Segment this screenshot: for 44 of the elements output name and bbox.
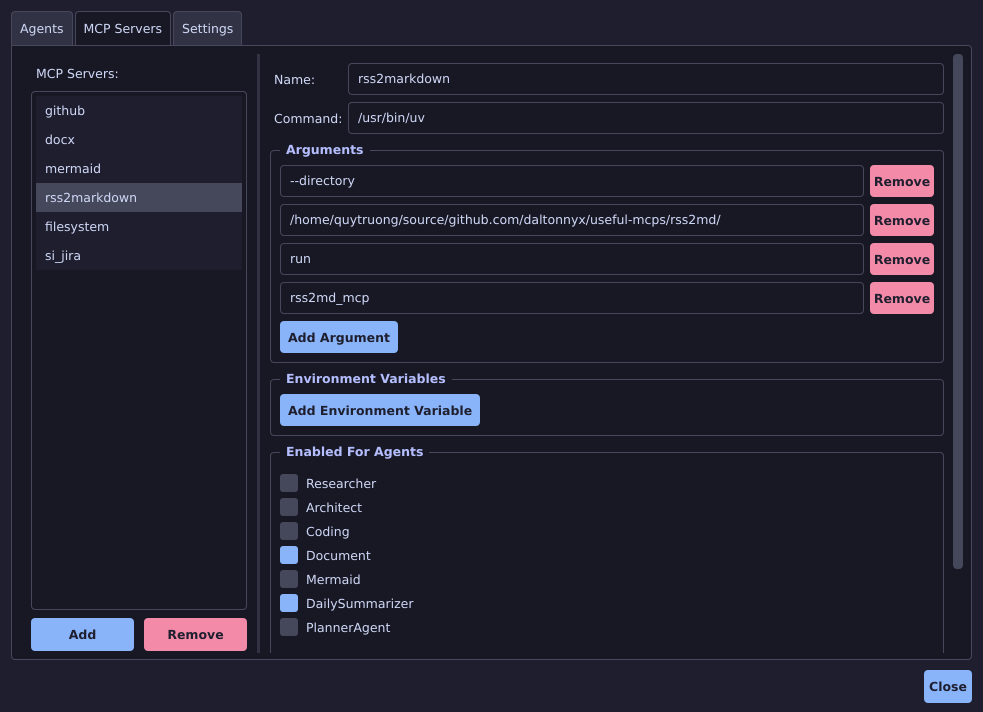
agent-label: PlannerAgent <box>306 620 390 634</box>
server-item[interactable]: rss2markdown <box>36 183 242 212</box>
remove-button[interactable]: Remove <box>144 618 247 651</box>
argument-field[interactable]: /home/quytruong/source/github.com/daltonnyx/useful-mcps/rss2md/ <box>280 204 864 236</box>
server-item[interactable]: filesystem <box>36 212 242 241</box>
server-item[interactable]: si_jira <box>36 241 242 270</box>
group-title: Environment Variables <box>280 371 452 386</box>
name-field[interactable]: rss2markdown <box>348 63 944 95</box>
command-field[interactable]: /usr/bin/uv <box>348 102 944 134</box>
add-variable-button[interactable]: Add Environment Variable <box>280 394 480 426</box>
server-item[interactable]: docx <box>36 125 242 154</box>
checkbox[interactable] <box>280 522 298 540</box>
agent-label: Architect <box>306 500 362 514</box>
tab[interactable]: Settings <box>173 11 242 45</box>
argument-field[interactable]: rss2md_mcp <box>280 282 864 314</box>
argument-field[interactable]: run <box>280 243 864 275</box>
close-button[interactable]: Close <box>924 670 972 702</box>
checkbox[interactable] <box>280 570 298 588</box>
group-title: Enabled For Agents <box>280 444 430 459</box>
add-button[interactable]: Add <box>31 618 134 651</box>
checkbox[interactable] <box>280 474 298 492</box>
checkbox[interactable] <box>280 594 298 612</box>
agent-label: Researcher <box>306 476 376 490</box>
remove-button[interactable]: Remove <box>870 282 934 314</box>
checkbox[interactable] <box>280 618 298 636</box>
remove-button[interactable]: Remove <box>870 204 934 236</box>
agent-label: Mermaid <box>306 572 361 586</box>
scrollbar-thumb[interactable] <box>953 54 963 569</box>
remove-button[interactable]: Remove <box>870 243 934 275</box>
tab[interactable]: MCP Servers <box>74 11 172 45</box>
agent-label: Document <box>306 548 371 562</box>
remove-button[interactable]: Remove <box>870 165 934 197</box>
server-item[interactable]: github <box>36 96 242 125</box>
agent-label: DailySummarizer <box>306 596 414 610</box>
name-label: Name: <box>274 72 316 86</box>
server-item[interactable]: mermaid <box>36 154 242 183</box>
checkbox[interactable] <box>280 498 298 516</box>
argument-field[interactable]: --directory <box>280 165 864 197</box>
checkbox[interactable] <box>280 546 298 564</box>
tab[interactable]: Agents <box>11 11 73 45</box>
group-title: Arguments <box>280 142 370 157</box>
agent-label: Coding <box>306 524 350 538</box>
add-argument-button[interactable]: Add Argument <box>280 321 398 353</box>
list-title: MCP Servers: <box>35 66 120 83</box>
